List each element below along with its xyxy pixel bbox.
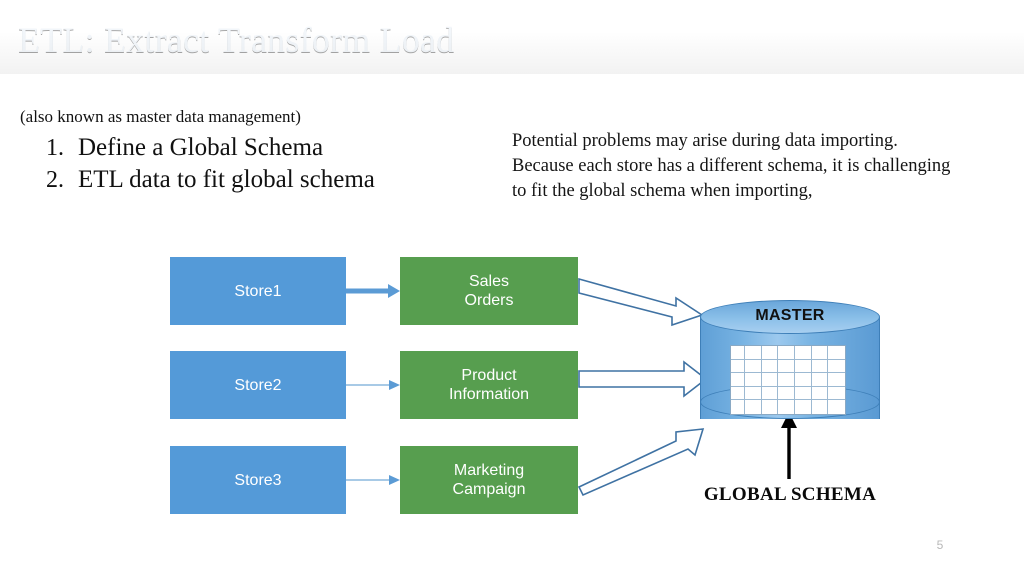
schema-grid-cell [745, 386, 762, 401]
schema-grid-cell [828, 400, 845, 414]
schema-grid-cell [828, 387, 845, 401]
schema-grid-cell [794, 359, 812, 374]
source-box-line2: Campaign [452, 481, 526, 498]
schema-grid-cell [731, 373, 745, 387]
schema-grid-cell [761, 386, 779, 401]
schema-grid-cell [811, 373, 829, 387]
arrow-store2-to-product [346, 380, 400, 390]
store-box-label: Store3 [234, 471, 282, 489]
store-box-2[interactable]: Store2 [170, 351, 346, 419]
schema-grid-cell [794, 373, 812, 387]
source-box-line2: Information [448, 386, 530, 403]
source-box-line2: Orders [464, 292, 514, 309]
master-database-cylinder[interactable]: MASTER [700, 300, 880, 436]
source-box-product-information[interactable]: Product Information [400, 351, 578, 419]
schema-grid-cell [761, 359, 779, 374]
schema-grid-cell [731, 359, 745, 374]
schema-grid-cell [762, 400, 779, 414]
source-box-sales-orders[interactable]: Sales Orders [400, 257, 578, 325]
block-arrow-marketing-to-master [577, 428, 705, 497]
schema-grid-cell [794, 386, 812, 401]
schema-grid-cell [778, 346, 795, 360]
global-schema-label: GLOBAL SCHEMA [703, 484, 877, 505]
schema-grid-cell [745, 346, 762, 360]
arrow-store1-to-sales [346, 284, 400, 298]
arrow-store3-to-marketing [346, 475, 400, 485]
schema-grid-cell [828, 360, 845, 374]
etl-diagram: Store1 Store2 Store3 Sales Orders Produc… [0, 0, 1024, 576]
schema-grid-cell [828, 346, 845, 360]
block-arrow-sales-to-master [578, 277, 704, 327]
schema-grid-cell [761, 373, 779, 387]
source-box-line1: Marketing [453, 462, 525, 479]
master-label: MASTER [755, 307, 825, 324]
schema-grid-cell [811, 386, 829, 401]
schema-grid-cell [812, 400, 829, 414]
source-box-marketing-campaign[interactable]: Marketing Campaign [400, 446, 578, 514]
schema-grid-cell [731, 386, 745, 401]
schema-grid-cell [794, 346, 812, 360]
slide-canvas: ETL: Extract Transform Load (also known … [0, 0, 1024, 576]
schema-grid-cell [745, 400, 762, 414]
schema-grid-cell [761, 346, 779, 360]
schema-grid-cell [778, 373, 795, 387]
store-box-label: Store1 [234, 282, 282, 300]
store-box-3[interactable]: Store3 [170, 446, 346, 514]
schema-grid-cell [745, 359, 762, 374]
schema-grid-cell [778, 359, 795, 374]
schema-grid-cell [811, 359, 829, 374]
schema-grid-cell [731, 400, 745, 414]
schema-grid-cell [778, 386, 795, 401]
source-box-line1: Sales [468, 273, 510, 290]
store-box-1[interactable]: Store1 [170, 257, 346, 325]
store-box-label: Store2 [234, 376, 282, 394]
master-schema-grid [730, 345, 846, 415]
source-box-line1: Product [461, 367, 517, 384]
schema-grid-cell [795, 400, 812, 414]
schema-grid-cell [745, 373, 762, 387]
schema-grid-cell [811, 346, 829, 360]
schema-grid-cell [828, 373, 845, 387]
block-arrow-product-to-master [578, 360, 708, 398]
slide-page-number: 5 [936, 538, 944, 552]
schema-grid-cell [778, 400, 795, 414]
schema-grid-cell [731, 346, 745, 360]
